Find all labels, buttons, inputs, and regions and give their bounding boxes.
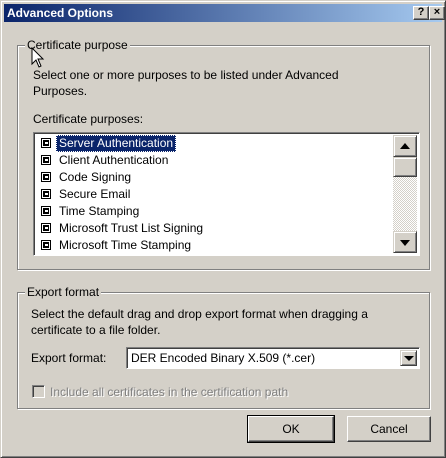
certificate-purposes-list[interactable]: Server Authentication Client Authenticati… — [33, 132, 420, 256]
purpose-checkbox[interactable] — [41, 206, 51, 216]
purpose-label: Microsoft Trust List Signing — [59, 221, 204, 235]
export-format-description-2: certificate to a file folder. — [31, 323, 161, 337]
purpose-label: Code Signing — [59, 170, 132, 184]
purpose-checkbox[interactable] — [41, 155, 51, 165]
certificate-purposes-label: Certificate purposes: — [33, 112, 144, 126]
mouse-pointer-icon — [31, 47, 45, 68]
list-item[interactable]: Microsoft Trust List Signing — [36, 220, 394, 237]
cancel-button[interactable]: Cancel — [347, 416, 431, 442]
certificate-purpose-description-1: Select one or more purposes to be listed… — [33, 68, 339, 82]
title-bar[interactable]: Advanced Options ? × — [4, 4, 445, 22]
include-all-checkbox[interactable] — [32, 385, 45, 398]
purpose-checkbox[interactable] — [41, 240, 51, 250]
export-format-label: Export format: — [31, 351, 107, 365]
purpose-checkbox[interactable] — [41, 138, 51, 148]
arrow-up-icon — [400, 143, 410, 149]
window-title: Advanced Options — [7, 6, 114, 20]
scroll-down-button[interactable] — [393, 231, 417, 253]
certificate-purposes-items: Server Authentication Client Authenticati… — [36, 135, 394, 254]
certificate-purpose-description-2: Purposes. — [33, 84, 88, 98]
export-format-select[interactable]: DER Encoded Binary X.509 (*.cer) — [126, 347, 420, 369]
purpose-label: Server Authentication — [56, 135, 177, 152]
list-item[interactable]: Microsoft Time Stamping — [36, 237, 394, 254]
list-scrollbar[interactable] — [393, 135, 417, 253]
purpose-label: Microsoft Time Stamping — [59, 238, 192, 252]
list-item[interactable]: Client Authentication — [36, 152, 394, 169]
arrow-down-icon — [400, 240, 410, 246]
close-button[interactable]: × — [429, 6, 445, 20]
purpose-checkbox[interactable] — [41, 172, 51, 182]
scroll-up-button[interactable] — [393, 135, 417, 157]
list-item[interactable]: Code Signing — [36, 169, 394, 186]
scroll-thumb[interactable] — [393, 157, 417, 177]
ok-button[interactable]: OK — [247, 415, 335, 443]
chevron-down-icon — [404, 356, 414, 361]
advanced-options-dialog: Advanced Options ? × Certificate purpose… — [0, 0, 446, 458]
purpose-label: Time Stamping — [59, 204, 140, 218]
purpose-label: Client Authentication — [59, 153, 169, 167]
purpose-checkbox[interactable] — [41, 223, 51, 233]
export-format-value: DER Encoded Binary X.509 (*.cer) — [131, 351, 316, 365]
include-all-label: Include all certificates in the certific… — [50, 385, 289, 399]
export-format-dropdown-button[interactable] — [400, 350, 417, 366]
export-format-legend: Export format — [25, 285, 102, 299]
list-item[interactable]: Time Stamping — [36, 203, 394, 220]
export-format-description-1: Select the default drag and drop export … — [31, 307, 368, 321]
purpose-label: Secure Email — [59, 187, 131, 201]
purpose-checkbox[interactable] — [41, 189, 51, 199]
help-button[interactable]: ? — [413, 6, 429, 20]
list-item[interactable]: Secure Email — [36, 186, 394, 203]
list-item[interactable]: Server Authentication — [36, 135, 394, 152]
